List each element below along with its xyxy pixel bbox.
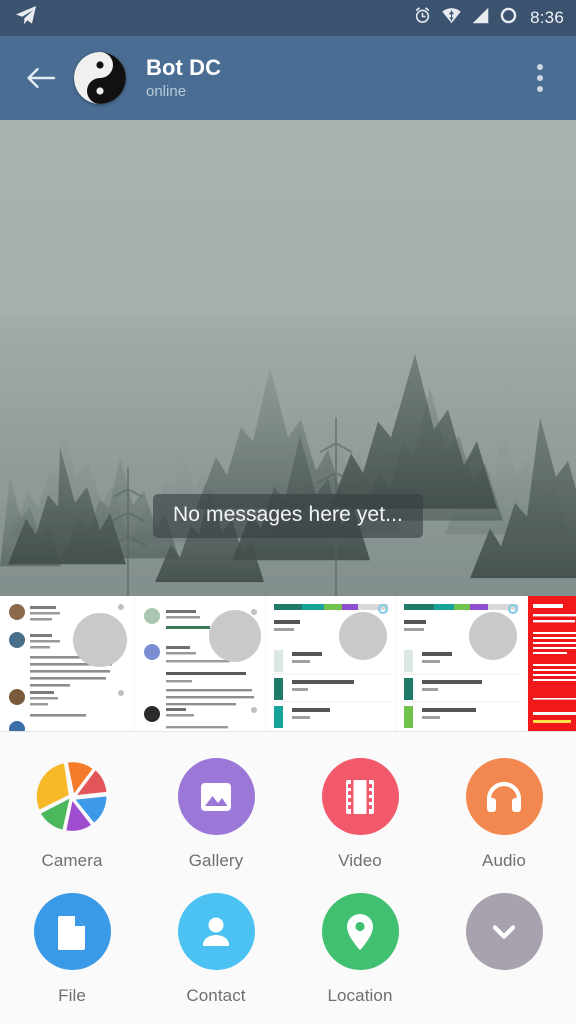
empty-chat-message: No messages here yet... (153, 494, 423, 538)
storage-usage-screenshot-2 (398, 596, 524, 731)
dot (537, 86, 543, 92)
attach-file[interactable]: File (0, 889, 144, 1024)
battery-ring-icon (499, 6, 518, 30)
telegram-paperplane-icon (14, 4, 38, 33)
attach-video-label: Video (338, 851, 382, 870)
attach-file-label: File (58, 986, 86, 1005)
recent-photos-strip[interactable] (0, 596, 576, 732)
app-reviews-screenshot (0, 596, 132, 731)
attach-location[interactable]: Location (288, 889, 432, 1024)
attachment-row: File Contact Location (0, 889, 576, 1024)
status-bar-notifications (14, 4, 38, 33)
attachment-row: Camera Gallery Video Audio (0, 754, 576, 889)
wifi-icon (441, 6, 462, 30)
photo-icon (177, 758, 255, 835)
list-item[interactable] (398, 596, 524, 731)
storage-usage-screenshot (268, 596, 394, 731)
list-item[interactable] (0, 596, 132, 731)
attach-gallery-label: Gallery (188, 851, 244, 870)
attach-audio[interactable]: Audio (432, 754, 576, 889)
avatar[interactable] (74, 52, 126, 104)
page-title: Bot DC (146, 54, 222, 80)
browser-warning-screenshot (528, 596, 576, 731)
chat-message-area: No messages here yet... (0, 120, 576, 596)
attach-video[interactable]: Video (288, 754, 432, 889)
status-bar-clock: 8:36 (530, 8, 564, 27)
camera-shutter-icon (34, 758, 111, 835)
chat-header-titles[interactable]: Bot DC online (146, 55, 221, 102)
headphones-icon (465, 758, 543, 835)
app-bar: Bot DC online (0, 36, 576, 120)
more-vertical-icon[interactable] (518, 53, 562, 103)
list-item[interactable] (528, 596, 576, 731)
document-icon (33, 893, 111, 970)
attachment-panel: Camera Gallery Video Audio File Contact … (0, 732, 576, 1024)
dot (537, 64, 543, 70)
attach-audio-label: Audio (482, 851, 526, 870)
person-icon (177, 893, 255, 970)
map-pin-icon (321, 893, 399, 970)
telegram-chat-screen: 8:36 Bot DC online No messages here yet.… (0, 0, 576, 1024)
attach-camera[interactable]: Camera (0, 754, 144, 889)
chevron-down-icon (465, 893, 543, 970)
online-status: online (146, 82, 187, 100)
list-item[interactable] (268, 596, 394, 731)
attach-contact[interactable]: Contact (144, 889, 288, 1024)
yin-yang-avatar (74, 52, 126, 104)
attach-camera-label: Camera (41, 851, 103, 870)
attach-contact-label: Contact (186, 986, 246, 1005)
attach-collapse[interactable] (432, 889, 576, 1024)
film-strip-icon (321, 758, 399, 835)
attach-gallery[interactable]: Gallery (144, 754, 288, 889)
dot (537, 75, 543, 81)
status-bar-system-icons: 8:36 (413, 6, 564, 30)
app-reviews-english-screenshot (136, 596, 264, 731)
list-item[interactable] (136, 596, 264, 731)
alarm-clock-icon (413, 6, 432, 30)
back-button[interactable] (18, 55, 64, 101)
status-bar: 8:36 (0, 0, 576, 36)
cellular-signal-icon (471, 6, 490, 30)
attach-location-label: Location (327, 986, 393, 1005)
back-arrow-icon (27, 68, 56, 88)
